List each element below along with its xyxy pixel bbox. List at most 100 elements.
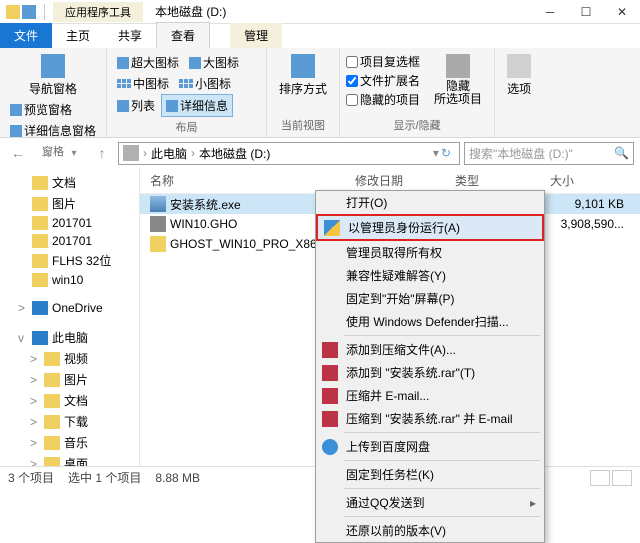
menu-item-label: 固定到"开始"屏幕(P) — [346, 290, 455, 307]
folder-icon — [44, 373, 60, 387]
thumbnails-view-toggle[interactable] — [612, 470, 632, 486]
dropdown-button[interactable]: ▾ — [433, 146, 439, 160]
file-ext-toggle[interactable]: 文件扩展名 — [346, 71, 420, 90]
up-button[interactable]: ↑ — [90, 141, 114, 165]
sidebar-item[interactable]: >下载 — [0, 411, 139, 432]
hidden-items-checkbox[interactable] — [346, 94, 358, 106]
tab-file[interactable]: 文件 — [0, 23, 52, 48]
close-button[interactable]: ✕ — [604, 0, 640, 24]
sidebar-item[interactable]: FLHS 32位 — [0, 250, 139, 271]
menu-item[interactable]: 固定到"开始"屏幕(P) — [316, 287, 544, 310]
menu-item[interactable]: 固定到任务栏(K) — [316, 463, 544, 486]
tab-home[interactable]: 主页 — [52, 23, 104, 48]
large-icons-button[interactable]: 大图标 — [185, 52, 243, 73]
col-type[interactable]: 类型 — [455, 172, 550, 189]
menu-item-label: 以管理员身份运行(A) — [348, 219, 460, 236]
menu-item-label: 通过QQ发送到 — [346, 494, 425, 511]
menu-item[interactable]: 打开(O) — [316, 191, 544, 214]
col-size[interactable]: 大小 — [550, 172, 640, 189]
breadcrumb-drive[interactable]: 本地磁盘 (D:) — [199, 145, 270, 162]
preview-pane-icon — [10, 104, 22, 116]
list-view-button[interactable]: 列表 — [113, 95, 159, 116]
sidebar-item[interactable]: 201701 — [0, 232, 139, 250]
sidebar-item[interactable]: 201701 — [0, 214, 139, 232]
menu-item-label: 打开(O) — [346, 194, 387, 211]
sidebar-item[interactable]: > 图片 — [0, 369, 139, 390]
tab-share[interactable]: 共享 — [104, 23, 156, 48]
forward-button[interactable]: → — [34, 141, 58, 165]
chevron-right-icon[interactable]: › — [191, 146, 195, 160]
minimize-button[interactable]: ─ — [532, 0, 568, 24]
menu-item[interactable]: 添加到压缩文件(A)... — [316, 338, 544, 361]
menu-item[interactable]: 通过QQ发送到▸ — [316, 491, 544, 514]
sidebar-item-label: 图片 — [64, 371, 88, 388]
refresh-button[interactable]: ↻ — [441, 146, 451, 160]
file-ext-checkbox[interactable] — [346, 75, 358, 87]
menu-separator — [344, 432, 540, 433]
chevron-right-icon[interactable]: › — [143, 146, 147, 160]
nav-pane-label: 导航窗格 — [29, 80, 77, 97]
item-checkboxes-toggle[interactable]: 项目复选框 — [346, 52, 420, 71]
menu-item[interactable]: 兼容性疑难解答(Y) — [316, 264, 544, 287]
sidebar-item[interactable]: v此电脑 — [0, 327, 139, 348]
menu-item[interactable]: 压缩并 E-mail... — [316, 384, 544, 407]
menu-item[interactable]: 使用 Windows Defender扫描... — [316, 310, 544, 333]
details-view-toggle[interactable] — [590, 470, 610, 486]
options-button[interactable]: 选项 — [501, 52, 537, 99]
title-bar: 应用程序工具 本地磁盘 (D:) ─ ☐ ✕ — [0, 0, 640, 24]
search-input[interactable]: 搜索"本地磁盘 (D:)" 🔍 — [464, 142, 634, 165]
col-name[interactable]: 名称 — [150, 172, 355, 189]
menu-item[interactable]: 还原以前的版本(V) — [316, 519, 544, 542]
item-checkboxes-checkbox[interactable] — [346, 56, 358, 68]
sidebar-item[interactable]: >OneDrive — [0, 299, 139, 317]
back-button[interactable]: ← — [6, 141, 30, 165]
details-pane-button[interactable]: 详细信息窗格 — [6, 120, 100, 141]
options-label: 选项 — [507, 80, 531, 97]
sidebar-item-label: 图片 — [52, 195, 76, 212]
caret-icon: > — [30, 373, 40, 387]
sidebar-item[interactable]: 图片 — [0, 193, 139, 214]
ribbon-group-panes: 导航窗格 预览窗格 详细信息窗格 窗格 — [0, 48, 107, 137]
extra-large-icons-button[interactable]: 超大图标 — [113, 52, 183, 73]
status-items: 3 个项目 — [8, 469, 54, 486]
nav-pane-button[interactable]: 导航窗格 — [6, 52, 100, 99]
hidden-items-toggle[interactable]: 隐藏的项目 — [346, 90, 420, 109]
small-icons-button[interactable]: 小图标 — [175, 73, 235, 94]
list-icon — [117, 100, 129, 112]
col-date[interactable]: 修改日期 — [355, 172, 455, 189]
preview-pane-button[interactable]: 预览窗格 — [6, 99, 100, 120]
caret-icon: > — [30, 415, 40, 429]
tab-manage[interactable]: 管理 — [230, 23, 282, 48]
menu-item[interactable]: 添加到 "安装系统.rar"(T) — [316, 361, 544, 384]
qat-icon[interactable] — [22, 5, 36, 19]
options-icon — [507, 54, 531, 78]
breadcrumb-this-pc[interactable]: 此电脑 — [151, 145, 187, 162]
sidebar-item[interactable]: 文档 — [0, 172, 139, 193]
menu-item[interactable]: 上传到百度网盘 — [316, 435, 544, 458]
breadcrumb[interactable]: › 此电脑 › 本地磁盘 (D:) ▾ ↻ — [118, 142, 460, 165]
search-icon[interactable]: 🔍 — [614, 146, 629, 160]
sidebar-item[interactable]: win10 — [0, 271, 139, 289]
details-view-button[interactable]: 详细信息 — [161, 94, 233, 117]
menu-separator — [344, 460, 540, 461]
menu-item[interactable]: 压缩到 "安装系统.rar" 并 E-mail — [316, 407, 544, 430]
sidebar[interactable]: 文档图片201701201701FLHS 32位win10>OneDrivev此… — [0, 168, 140, 466]
sidebar-item[interactable]: >桌面 — [0, 453, 139, 466]
sidebar-item[interactable]: >音乐 — [0, 432, 139, 453]
tab-view[interactable]: 查看 — [156, 22, 210, 48]
gho-icon — [150, 216, 166, 232]
hide-selected-button[interactable]: 隐藏 所选项目 — [428, 52, 488, 109]
menu-item[interactable]: 管理员取得所有权 — [316, 241, 544, 264]
file-size: 3,908,590... — [550, 217, 640, 231]
context-menu[interactable]: 打开(O) 以管理员身份运行(A) 管理员取得所有权兼容性疑难解答(Y) 固定到"开始… — [315, 190, 545, 543]
menu-item[interactable]: 以管理员身份运行(A) — [316, 214, 544, 241]
folder-icon — [6, 5, 20, 19]
sort-by-button[interactable]: 排序方式 — [273, 52, 333, 99]
nav-pane-icon — [41, 54, 65, 78]
maximize-button[interactable]: ☐ — [568, 0, 604, 24]
sidebar-item[interactable]: >视频 — [0, 348, 139, 369]
recent-button[interactable]: ▾ — [62, 141, 86, 165]
medium-icons-button[interactable]: 中图标 — [113, 73, 173, 94]
sidebar-item[interactable]: >文档 — [0, 390, 139, 411]
details-pane-label: 详细信息窗格 — [24, 122, 96, 139]
